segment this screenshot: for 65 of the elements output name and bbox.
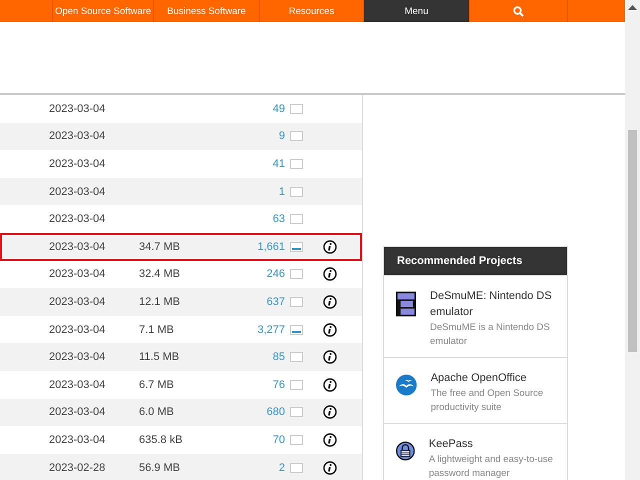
download-graph — [290, 296, 303, 307]
file-row[interactable]: 2023-03-04 12.1 MB 637 — [0, 288, 362, 316]
info-icon[interactable] — [323, 405, 337, 420]
download-graph — [290, 242, 303, 252]
search-icon — [513, 6, 524, 16]
download-graph — [290, 269, 303, 280]
download-graph — [290, 104, 303, 114]
info-icon[interactable] — [323, 267, 337, 282]
download-graph — [290, 352, 303, 362]
file-row[interactable]: 2023-02-28 56.9 MB 2 — [0, 454, 362, 480]
info-icon[interactable] — [323, 460, 337, 475]
size-text: 12.1 MB — [139, 296, 180, 308]
download-graph — [290, 462, 303, 473]
project-link[interactable]: Apache OpenOffice — [430, 370, 559, 386]
date-text: 2023-03-04 — [49, 102, 106, 115]
info-icon[interactable] — [323, 378, 337, 392]
size-text: 6.0 MB — [139, 406, 174, 418]
file-row[interactable]: 2023-03-04 9 — [0, 122, 362, 150]
date-text: 2023-02-28 — [49, 462, 106, 474]
file-row[interactable]: 2023-03-04 34.7 MB 1,661 — [0, 232, 362, 261]
date-text: 2023-03-04 — [49, 268, 106, 280]
date-text: 2023-03-04 — [49, 158, 106, 170]
size-text: 6.7 MB — [139, 378, 174, 391]
download-graph — [290, 324, 303, 335]
size-text: 34.7 MB — [139, 240, 180, 253]
date-text: 2023-03-04 — [49, 378, 106, 391]
download-graph — [290, 380, 303, 390]
card-title: Recommended Projects — [384, 247, 567, 275]
date-text: 2023-03-04 — [49, 296, 106, 308]
size-text: 7.1 MB — [139, 324, 174, 336]
file-row[interactable]: 2023-03-04 1 — [0, 178, 362, 206]
file-row[interactable]: 2023-03-04 6.0 MB 680 — [0, 398, 362, 426]
info-icon[interactable] — [323, 294, 337, 309]
size-text: 635.8 kB — [139, 434, 182, 446]
date-text: 2023-03-04 — [49, 406, 106, 418]
nav-link[interactable]: Menu — [363, 0, 469, 22]
info-icon[interactable] — [323, 432, 337, 447]
project-description: A lightweight and easy-to-use password manager — [428, 453, 554, 480]
scroll-up-icon[interactable] — [628, 4, 637, 10]
download-graph — [290, 158, 303, 169]
download-graph — [290, 407, 303, 418]
download-graph — [290, 434, 303, 445]
date-text: 2023-03-04 — [49, 186, 106, 198]
scroll-thumb[interactable] — [628, 130, 637, 352]
size-text: 32.4 MB — [139, 268, 180, 280]
date-text: 2023-03-04 — [49, 324, 106, 336]
date-text: 2023-03-04 — [49, 213, 106, 226]
date-text: 2023-03-04 — [49, 130, 106, 142]
download-graph — [290, 186, 303, 197]
download-graph — [290, 214, 303, 224]
info-icon[interactable] — [323, 350, 337, 364]
info-icon[interactable] — [323, 322, 337, 337]
scrollbar[interactable] — [625, 0, 640, 480]
date-text: 2023-03-04 — [49, 240, 106, 253]
project-link[interactable]: KeePass — [428, 436, 559, 452]
project-description: The free and Open Source productivity suite — [430, 387, 544, 415]
download-graph — [290, 131, 303, 142]
project-description: DeSmuME is a Nintendo DS emulator — [430, 321, 551, 349]
project-link[interactable]: DeSmuME: Nintendo DS emulator — [430, 288, 559, 320]
date-text: 2023-03-04 — [49, 434, 106, 446]
date-text: 2023-03-04 — [49, 351, 106, 364]
size-text: 56.9 MB — [139, 462, 180, 474]
info-icon[interactable] — [323, 240, 337, 254]
file-row[interactable]: 2023-03-04 11.5 MB 85 — [0, 343, 362, 371]
size-text: 11.5 MB — [139, 351, 180, 364]
